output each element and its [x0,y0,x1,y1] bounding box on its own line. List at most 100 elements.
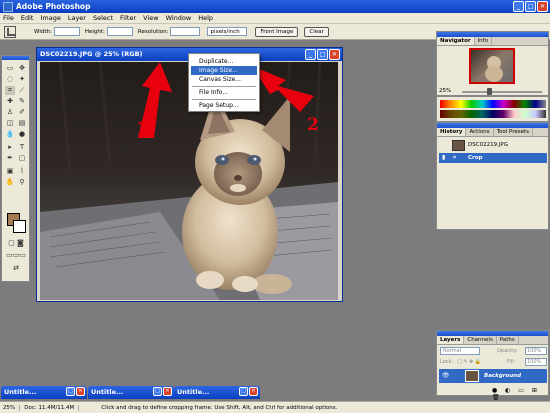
menu-file[interactable]: File [3,14,14,22]
menu-help[interactable]: Help [198,14,213,22]
eyedropper-tool-icon[interactable]: ⌇ [17,167,27,176]
restore-button[interactable]: □ [239,387,248,396]
restore-button[interactable]: □ [153,387,162,396]
layer-background[interactable]: 👁 Background [439,369,547,383]
shape-tool-icon[interactable]: ▢ [17,154,27,163]
menu-view[interactable]: View [143,14,158,22]
menu-filter[interactable]: Filter [120,14,136,22]
menu-layer[interactable]: Layer [68,14,86,22]
minimized-window[interactable]: Untitle... □ ✕ [88,386,174,399]
lock-label: Lock: [440,359,454,365]
doc-close-button[interactable]: ✕ [329,49,340,60]
crop-tool-icon[interactable]: ⌗ [5,86,15,95]
menu-window[interactable]: Window [166,14,192,22]
zoom-slider[interactable] [462,91,542,93]
clone-stamp-tool-icon[interactable]: ♙ [5,108,15,117]
history-state-crop[interactable]: ▮ ⌗ Crop [439,153,547,163]
notes-tool-icon[interactable]: ▣ [5,167,15,176]
minimized-window-title: Untitle... [91,388,124,396]
units-select[interactable]: pixels/inch [207,27,248,36]
brush-tool-icon[interactable]: ✎ [17,97,27,106]
jump-to-imageready-icon[interactable]: ⇄ [5,264,27,273]
menu-item-duplicate[interactable]: Duplicate... [191,57,257,66]
front-image-button[interactable]: Front Image [255,26,299,37]
resolution-field[interactable] [170,27,201,36]
width-field[interactable] [53,27,80,36]
minimized-window[interactable]: Untitle... □ ✕ [174,386,260,399]
swatch-row-2[interactable] [440,110,546,118]
tab-navigator[interactable]: Navigator [437,37,475,45]
tab-tool-presets[interactable]: Tool Presets [494,128,534,136]
marquee-tool-icon[interactable]: ▭ [5,64,15,73]
zoom-slider-handle[interactable] [487,88,492,95]
menu-item-image-size[interactable]: Image Size... [191,66,257,75]
close-button[interactable]: ✕ [537,1,548,12]
swatch-row-1[interactable] [440,100,546,108]
quick-mask-mode-icons[interactable]: ▢ ◙ [5,239,27,248]
lasso-tool-icon[interactable]: ◌ [5,75,15,84]
gradient-tool-icon[interactable]: ▤ [17,119,27,128]
navigator-thumbnail[interactable] [469,48,515,84]
menu-image[interactable]: Image [40,14,60,22]
type-tool-icon[interactable]: T [17,143,27,152]
restore-button[interactable]: □ [66,387,75,396]
background-color-swatch[interactable] [13,220,26,233]
tab-layers[interactable]: Layers [437,336,465,344]
navigator-palette: Navigator Info 25% [436,31,549,96]
lock-icons[interactable]: □ ✎ ✥ 🔒 [457,359,481,365]
fill-field[interactable]: 100% [525,358,547,366]
tab-paths[interactable]: Paths [497,336,519,344]
clear-button[interactable]: Clear [304,26,329,37]
tab-actions[interactable]: Actions [466,128,494,136]
layer-thumbnail [465,370,479,382]
toolbox-title-bar [2,56,29,60]
dodge-tool-icon[interactable]: ● [17,130,27,139]
blur-tool-icon[interactable]: 💧 [5,130,15,139]
height-field[interactable] [106,27,133,36]
opacity-field[interactable]: 100% [525,347,547,355]
toolbox: ▭ ✥ ◌ ✦ ⌗ ⟋ ✚ ✎ ♙ ✐ ◫ ▤ 💧 ● ▸ T ✒ ▢ ▣ ⌇ … [1,55,30,282]
minimize-button[interactable]: _ [513,1,524,12]
close-button[interactable]: ✕ [163,387,172,396]
tab-history[interactable]: History [437,128,467,136]
crop-tool-icon[interactable] [4,25,16,38]
menu-select[interactable]: Select [93,14,113,22]
history-brush-tool-icon[interactable]: ✐ [17,108,27,117]
navigator-zoom[interactable]: 25% [439,88,451,94]
menu-separator [192,99,256,100]
menu-item-canvas-size[interactable]: Canvas Size... [191,75,257,84]
menu-item-page-setup[interactable]: Page Setup... [191,101,257,110]
tab-info[interactable]: Info [475,37,492,45]
visibility-eye-icon[interactable]: 👁 [442,372,450,379]
zoom-tool-icon[interactable]: ⚲ [17,178,27,187]
move-tool-icon[interactable]: ✥ [17,64,27,73]
hand-tool-icon[interactable]: ✋ [5,178,15,187]
history-item-label: DSC02219.JPG [468,142,509,148]
magic-wand-tool-icon[interactable]: ✦ [17,75,27,84]
pen-tool-icon[interactable]: ✒ [5,154,15,163]
path-selection-tool-icon[interactable]: ▸ [5,143,15,152]
menu-edit[interactable]: Edit [21,14,34,22]
snapshot-thumbnail [452,140,465,151]
status-bar: 25% Doc: 11.4M/11.4M Click and drag to d… [0,401,550,413]
eraser-tool-icon[interactable]: ◫ [5,119,15,128]
slice-tool-icon[interactable]: ⟋ [17,86,27,95]
layer-action-icons[interactable]: ● ◐ ▭ ⊞ 🗑 [492,387,548,401]
blend-mode-select[interactable]: Normal [440,347,480,355]
screen-mode-icons[interactable]: ▭▭▭ [5,251,27,260]
status-zoom[interactable]: 25% [3,404,21,411]
layer-name: Background [484,373,522,379]
minimized-window-title: Untitle... [4,388,37,396]
status-doc-size[interactable]: Doc: 11.4M/11.4M [24,404,80,411]
close-button[interactable]: ✕ [76,387,85,396]
history-item-label: Crop [468,155,483,161]
fill-label: Fill: [507,359,516,365]
minimized-window[interactable]: Untitle... □ ✕ [1,386,87,399]
opacity-label: Opacity: [497,348,518,354]
maximize-button[interactable]: □ [525,1,536,12]
menu-item-file-info[interactable]: File Info... [191,88,257,97]
close-button[interactable]: ✕ [249,387,258,396]
healing-brush-tool-icon[interactable]: ✚ [5,97,15,106]
history-snapshot[interactable]: DSC02219.JPG [439,139,547,152]
tab-channels[interactable]: Channels [464,336,497,344]
